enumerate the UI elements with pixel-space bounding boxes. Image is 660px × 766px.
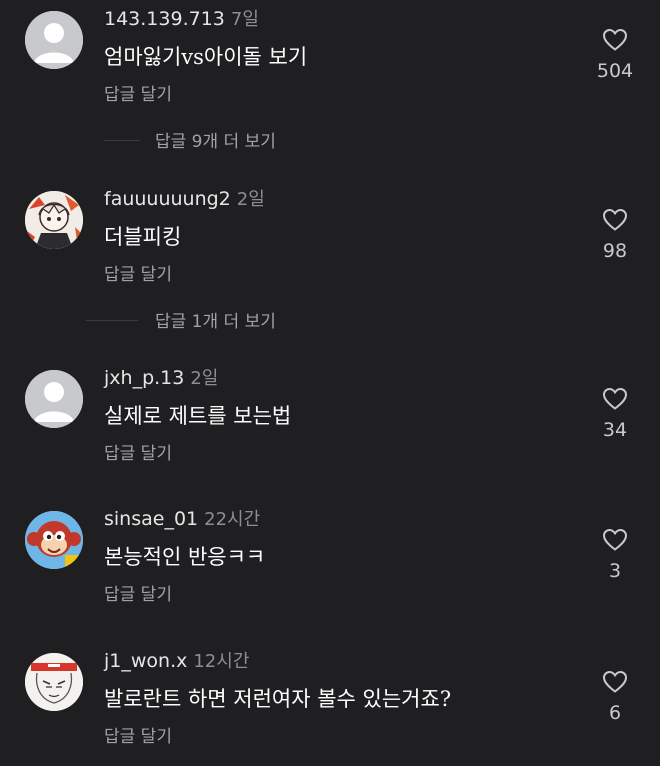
avatar[interactable] (25, 653, 83, 711)
like-count: 98 (602, 240, 628, 262)
username[interactable]: jxh_p.13 2일 (104, 364, 218, 390)
comment-text: 엄마잃기vs아이돌 보기 (104, 45, 308, 69)
comment-item: fauuuuuung2 2일 더블피킹 답글 달기 98 (0, 180, 660, 300)
comment-item: 143.139.713 7일 엄마잃기vs아이돌 보기 답글 달기 504 (0, 0, 660, 120)
username[interactable]: sinsae_01 22시간 (104, 505, 260, 531)
default-person-icon (25, 370, 83, 428)
divider-line (104, 140, 140, 141)
reply-button[interactable]: 답글 달기 (104, 80, 172, 105)
heart-icon (602, 528, 628, 551)
reply-button[interactable]: 답글 달기 (104, 439, 172, 464)
comment-item: jxh_p.13 2일 실제로 제트를 보는법 답글 달기 34 (0, 359, 660, 479)
comment-text: 본능적인 반응ㅋㅋ (104, 545, 266, 569)
view-more-replies[interactable]: 답글 1개 더 보기 (0, 304, 660, 334)
like-button[interactable]: 3 (590, 528, 640, 582)
comment-time: 22시간 (204, 509, 261, 530)
view-replies-label: 답글 1개 더 보기 (155, 312, 276, 332)
view-more-replies[interactable]: 답글 9개 더 보기 (0, 124, 660, 154)
heart-icon (602, 28, 628, 51)
heart-icon (602, 670, 628, 693)
cartoon-monkey-avatar (25, 511, 83, 569)
divider-line (86, 320, 138, 321)
like-count: 6 (608, 702, 622, 724)
heart-icon (602, 208, 628, 231)
reply-button[interactable]: 답글 달기 (104, 722, 172, 747)
view-replies-label: 답글 9개 더 보기 (155, 132, 276, 152)
avatar[interactable] (25, 370, 83, 428)
username[interactable]: j1_won.x 12시간 (104, 647, 249, 673)
reply-button[interactable]: 답글 달기 (104, 260, 172, 285)
like-button[interactable]: 6 (590, 670, 640, 724)
like-button[interactable]: 504 (590, 28, 640, 82)
comment-time: 2일 (190, 368, 219, 389)
heart-icon (602, 387, 628, 410)
username[interactable]: fauuuuuung2 2일 (104, 185, 265, 211)
comment-time: 12시간 (193, 651, 250, 672)
comment-time: 7일 (230, 9, 259, 30)
comment-time: 2일 (236, 189, 265, 210)
avatar[interactable] (25, 191, 83, 249)
like-button[interactable]: 98 (590, 208, 640, 262)
avatar[interactable] (25, 11, 83, 69)
comment-text: 발로란트 하면 저런여자 볼수 있는거죠? (104, 687, 452, 711)
comment-text: 더블피킹 (104, 225, 182, 249)
like-button[interactable]: 34 (590, 387, 640, 441)
like-count: 504 (596, 60, 634, 82)
like-count: 3 (608, 560, 622, 582)
sketch-face-avatar (25, 653, 83, 711)
comment-item: j1_won.x 12시간 발로란트 하면 저런여자 볼수 있는거죠? 답글 달기… (0, 642, 660, 762)
comment-item: sinsae_01 22시간 본능적인 반응ㅋㅋ 답글 달기 3 (0, 500, 660, 620)
avatar[interactable] (25, 511, 83, 569)
comment-list: 143.139.713 7일 엄마잃기vs아이돌 보기 답글 달기 504 답글 … (0, 0, 660, 766)
like-count: 34 (602, 419, 628, 441)
comment-text: 실제로 제트를 보는법 (104, 404, 292, 428)
username[interactable]: 143.139.713 7일 (104, 5, 259, 31)
default-person-icon (25, 11, 83, 69)
anime-character-avatar (25, 191, 83, 249)
reply-button[interactable]: 답글 달기 (104, 580, 172, 605)
